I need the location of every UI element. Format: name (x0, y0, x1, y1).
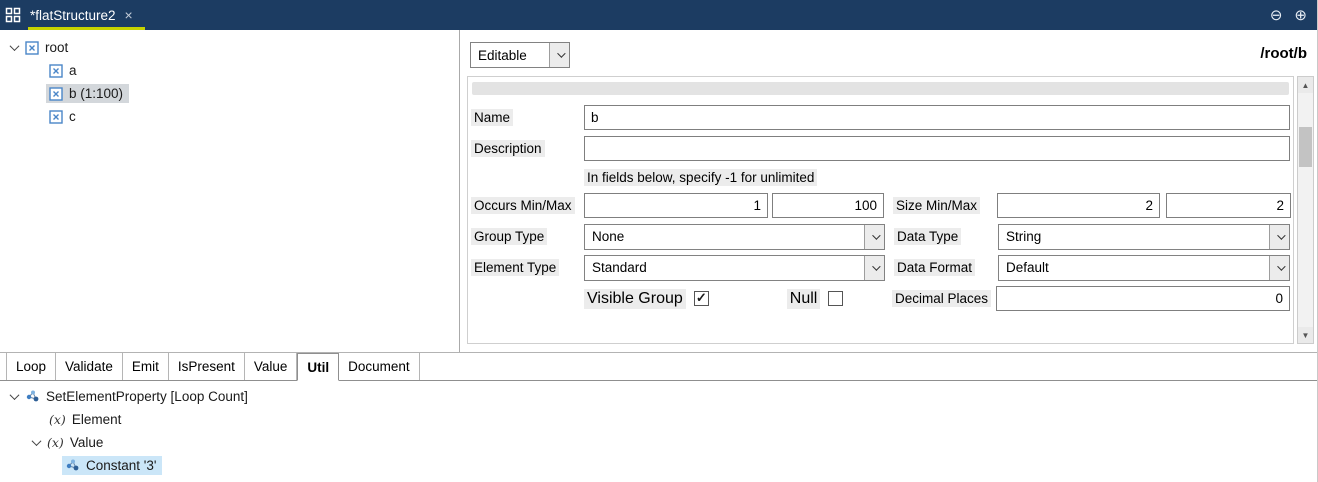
tab-emit[interactable]: Emit (123, 353, 169, 380)
occurs-max-input[interactable] (772, 193, 884, 218)
tree-label: a (69, 63, 77, 78)
collapse-circle-icon[interactable]: ⊖ (1270, 6, 1283, 24)
element-type-select[interactable]: Standard (584, 255, 885, 281)
element-icon (49, 64, 63, 78)
chevron-down-icon[interactable] (864, 256, 884, 280)
null-checkbox[interactable] (828, 291, 843, 306)
tree-row-b[interactable]: b (1:100) (0, 82, 459, 105)
rule-row-value[interactable]: (x) Value (0, 431, 1317, 454)
size-label: Size Min/Max (893, 198, 997, 213)
title-bar: *flatStructure2 × ⊖ ⊕ (0, 0, 1317, 30)
horizontal-scrollbar[interactable] (472, 82, 1289, 95)
scrollbar-thumb[interactable] (1299, 127, 1312, 167)
visible-group-label: Visible Group (584, 289, 686, 309)
tree-row-a[interactable]: a (0, 59, 459, 82)
decimal-places-input[interactable] (996, 286, 1290, 311)
occurs-label: Occurs Min/Max (471, 198, 584, 213)
chevron-down-icon[interactable] (1269, 256, 1289, 280)
group-type-select[interactable]: None (584, 224, 885, 250)
chevron-down-icon[interactable] (1269, 225, 1289, 249)
tree-row-root[interactable]: root (0, 36, 459, 59)
chevron-down-icon[interactable] (6, 393, 22, 400)
null-label: Null (787, 289, 821, 309)
tree-label: c (69, 109, 76, 124)
document-tab[interactable]: *flatStructure2 × (28, 0, 145, 30)
expand-circle-icon[interactable]: ⊕ (1294, 6, 1307, 24)
molecule-icon (65, 458, 80, 473)
rules-tab-bar: Loop Validate Emit IsPresent Value Util … (0, 353, 1317, 381)
rule-label: SetElementProperty [Loop Count] (46, 389, 248, 404)
description-label: Description (471, 141, 584, 156)
tab-document[interactable]: Document (339, 353, 420, 380)
function-icon: (x) (47, 435, 64, 450)
molecule-icon (25, 389, 40, 404)
data-format-label: Data Format (894, 260, 998, 275)
size-max-input[interactable] (1166, 193, 1291, 218)
description-input[interactable] (584, 136, 1290, 161)
rule-row-setelementproperty[interactable]: SetElementProperty [Loop Count] (0, 385, 1317, 408)
tree-label: b (1:100) (69, 86, 123, 101)
tab-util[interactable]: Util (297, 353, 339, 381)
properties-panel: Editable /root/b Name Description In fie… (460, 30, 1317, 352)
structure-tree: root a b (1:100) (0, 30, 460, 352)
main-split: root a b (1:100) (0, 30, 1317, 352)
unlimited-hint: In fields below, specify -1 for unlimite… (584, 169, 817, 186)
tab-loop[interactable]: Loop (6, 353, 56, 380)
app-window: *flatStructure2 × ⊖ ⊕ root (0, 0, 1318, 482)
rule-label: Element (72, 412, 122, 427)
visible-group-checkbox[interactable] (694, 291, 709, 306)
vertical-scrollbar[interactable]: ▲ ▼ (1297, 76, 1314, 344)
size-min-input[interactable] (997, 193, 1160, 218)
tree-row-c[interactable]: c (0, 105, 459, 128)
editable-select-value: Editable (471, 43, 549, 67)
element-icon (49, 87, 63, 101)
function-icon: (x) (49, 412, 66, 427)
element-type-label: Element Type (471, 260, 584, 275)
tab-title: *flatStructure2 (30, 8, 116, 23)
element-icon (25, 41, 39, 55)
rule-label: Constant '3' (86, 458, 156, 473)
rules-panel: Loop Validate Emit IsPresent Value Util … (0, 352, 1317, 482)
occurs-min-input[interactable] (584, 193, 768, 218)
chevron-down-icon[interactable] (28, 439, 44, 446)
decimal-places-label: Decimal Places (892, 291, 996, 306)
scroll-up-icon[interactable]: ▲ (1298, 77, 1313, 93)
util-rule-tree: SetElementProperty [Loop Count] (x) Elem… (0, 381, 1317, 477)
tab-ispresent[interactable]: IsPresent (169, 353, 245, 380)
chevron-down-icon[interactable] (6, 44, 22, 51)
data-type-select[interactable]: String (998, 224, 1290, 250)
name-label: Name (471, 110, 584, 125)
element-icon (49, 110, 63, 124)
chevron-down-icon[interactable] (864, 225, 884, 249)
group-type-label: Group Type (471, 229, 584, 244)
tab-value[interactable]: Value (245, 353, 298, 380)
tab-validate[interactable]: Validate (56, 353, 123, 380)
chevron-down-icon[interactable] (549, 43, 569, 67)
close-icon[interactable]: × (125, 8, 133, 22)
scroll-down-icon[interactable]: ▼ (1298, 327, 1313, 343)
rule-row-constant[interactable]: Constant '3' (0, 454, 1317, 477)
data-format-select[interactable]: Default (998, 255, 1290, 281)
tree-label: root (45, 40, 68, 55)
name-input[interactable] (584, 105, 1290, 130)
window-controls: ⊖ ⊕ (1270, 6, 1307, 24)
rule-label: Value (70, 435, 104, 450)
editable-select[interactable]: Editable (470, 42, 570, 68)
properties-form: Name Description In fields below, specif… (467, 76, 1294, 344)
element-path: /root/b (1260, 45, 1307, 62)
structure-grid-icon (5, 7, 22, 24)
data-type-label: Data Type (894, 229, 998, 244)
rule-row-element[interactable]: (x) Element (0, 408, 1317, 431)
